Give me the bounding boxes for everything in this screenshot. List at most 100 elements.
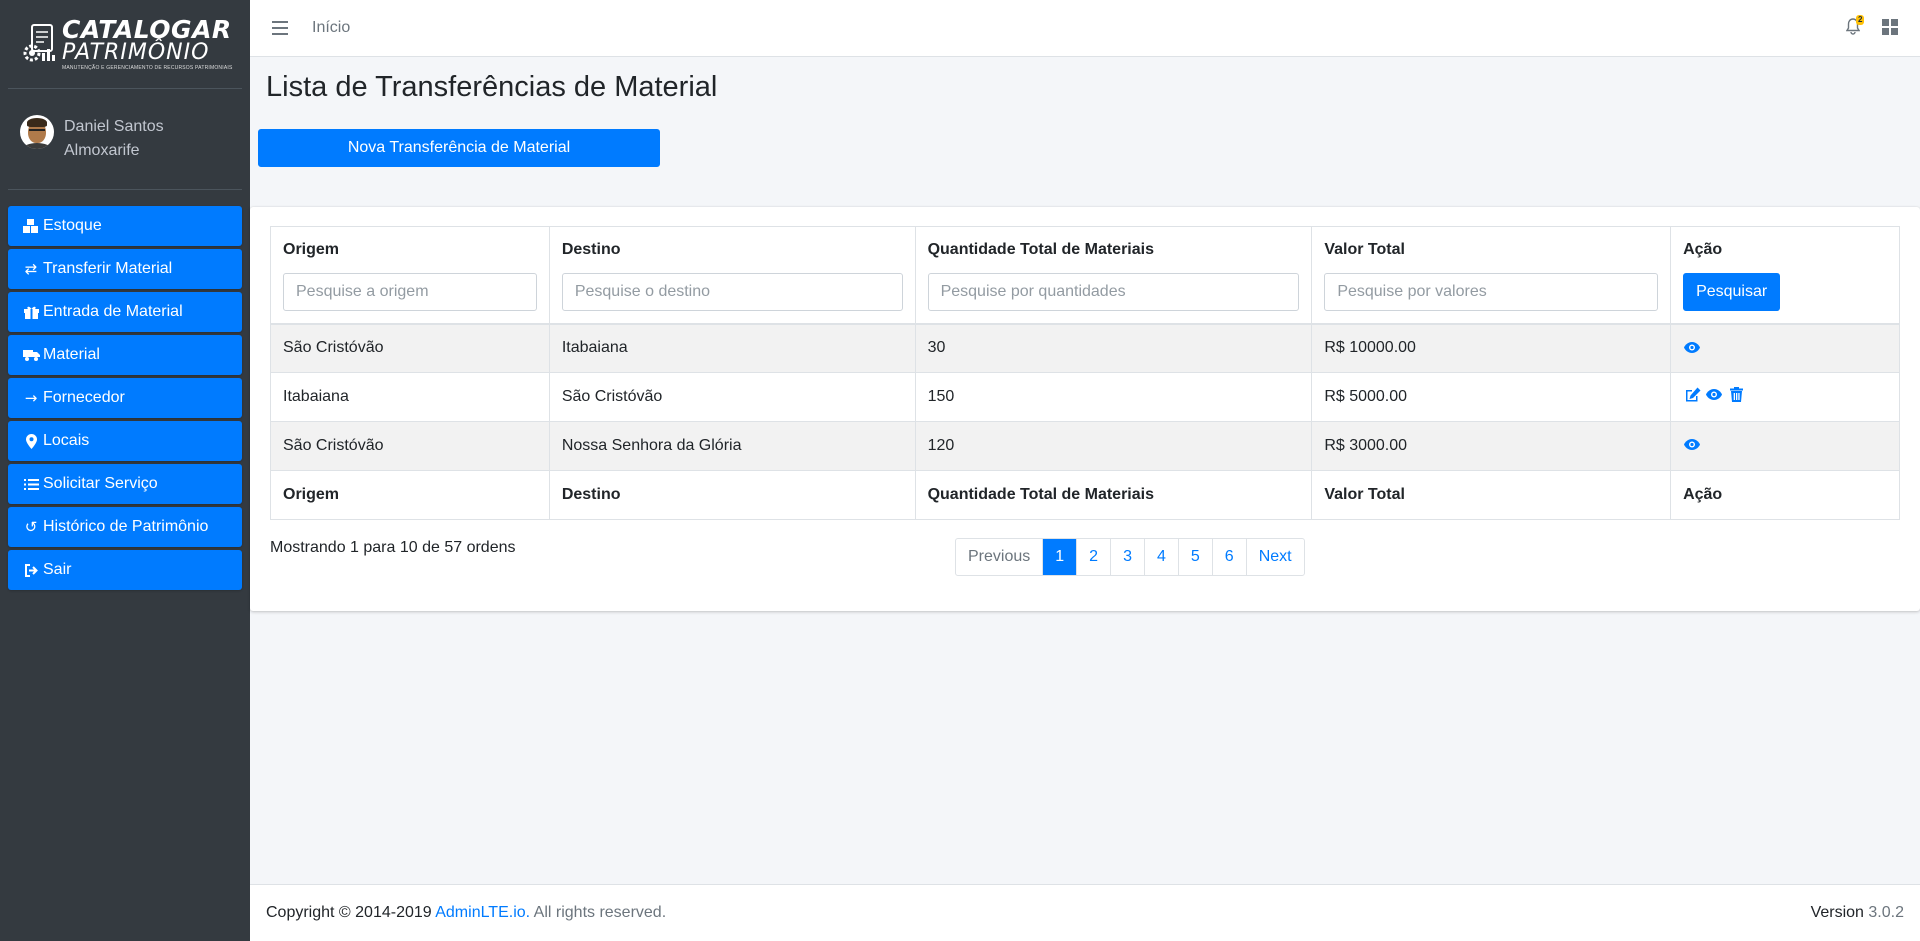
brand-logo-group: CATALOGAR PATRIMÔNIO MANUTENÇÃO E GERENC… — [22, 17, 233, 71]
pagination-next[interactable]: Next — [1245, 539, 1304, 575]
truck-icon — [22, 347, 40, 363]
table-row: Itabaiana São Cristóvão 150 R$ 5000.00 — [270, 372, 1900, 422]
pagination-page-3[interactable]: 3 — [1110, 539, 1144, 575]
view-eye-icon[interactable] — [1683, 437, 1701, 453]
sidebar-item-historico-patrimonio[interactable]: ↺ Histórico de Patrimônio — [8, 507, 242, 547]
sidebar-item-label: Solicitar Serviço — [43, 475, 158, 492]
search-valor-input[interactable] — [1324, 273, 1659, 311]
user-name[interactable]: Daniel Santos — [64, 115, 164, 139]
arrow-right-icon: → — [24, 389, 38, 407]
cell-actions — [1670, 323, 1900, 373]
search-quantidade-input[interactable] — [927, 273, 1300, 311]
new-transfer-button[interactable]: Nova Transferência de Material — [258, 129, 660, 167]
user-role: Almoxarife — [64, 142, 140, 159]
sidebar-item-solicitar-servico[interactable]: Solicitar Serviço — [8, 464, 242, 504]
sidebar-item-entrada-material[interactable]: Entrada de Material — [8, 292, 242, 332]
sidebar-item-estoque[interactable]: Estoque — [8, 206, 242, 246]
main-sidebar: CATALOGAR PATRIMÔNIO MANUTENÇÃO E GERENC… — [0, 0, 250, 941]
footer-header-destino: Destino — [548, 470, 916, 520]
cell-quantidade: 120 — [914, 421, 1313, 471]
footer-header-acao: Ação — [1670, 470, 1900, 520]
sidebar-item-label: Transferir Material — [43, 260, 173, 277]
gift-icon — [22, 304, 40, 320]
history-icon: ↺ — [24, 518, 38, 536]
sidebar-item-label: Sair — [43, 561, 72, 578]
notifications-badge: 2 — [1856, 15, 1865, 25]
cell-actions — [1670, 421, 1900, 471]
cell-destino: Nossa Senhora da Glória — [548, 421, 916, 471]
sidebar-item-locais[interactable]: Locais — [8, 421, 242, 461]
cell-quantidade: 30 — [914, 323, 1313, 373]
sidebar-item-label: Material — [43, 346, 100, 363]
sidebar-item-fornecedor[interactable]: → Fornecedor — [8, 378, 242, 418]
copyright-text: Copyright © 2014-2019 AdminLTE.io. All r… — [266, 904, 667, 921]
nav-home-link[interactable]: Início — [312, 19, 350, 37]
pagination: Previous 1 2 3 4 5 6 Next — [955, 538, 1305, 576]
transfers-card: Origem Destino Quantidade Total de Mater… — [250, 207, 1920, 611]
sidebar-item-label: Locais — [43, 432, 90, 449]
cell-destino: Itabaiana — [548, 323, 916, 373]
boxes-icon — [22, 218, 40, 234]
sidebar-item-transferir-material[interactable]: ⇄ Transferir Material — [8, 249, 242, 289]
sidebar-item-label: Estoque — [43, 217, 102, 234]
grid-icon[interactable] — [1882, 19, 1898, 35]
view-eye-icon[interactable] — [1683, 339, 1701, 355]
pagination-info: Mostrando 1 para 10 de 57 ordens — [270, 539, 516, 556]
page-title: Lista de Transferências de Material — [266, 71, 718, 103]
table-row: São Cristóvão Itabaiana 30 R$ 10000.00 — [270, 323, 1900, 373]
page-footer: Copyright © 2014-2019 AdminLTE.io. All r… — [250, 884, 1920, 941]
cell-origem: São Cristóvão — [270, 323, 550, 373]
cell-actions — [1670, 372, 1900, 422]
cell-origem: Itabaiana — [270, 372, 550, 422]
delete-trash-icon[interactable] — [1727, 387, 1745, 403]
pagination-previous[interactable]: Previous — [956, 539, 1042, 575]
footer-header-valor: Valor Total — [1311, 470, 1672, 520]
sidebar-item-material[interactable]: Material — [8, 335, 242, 375]
header-quantidade: Quantidade Total de Materiais — [914, 226, 1313, 325]
pagination-page-1[interactable]: 1 — [1042, 539, 1077, 575]
brand-tagline: MANUTENÇÃO E GERENCIAMENTO DE RECURSOS P… — [62, 65, 233, 71]
edit-icon[interactable] — [1683, 387, 1701, 403]
transfers-table: Origem Destino Quantidade Total de Mater… — [270, 226, 1900, 520]
header-acao: Ação Pesquisar — [1670, 226, 1900, 325]
brand-subtitle: PATRIMÔNIO — [62, 40, 210, 65]
header-destino: Destino — [548, 226, 916, 325]
search-button[interactable]: Pesquisar — [1683, 273, 1781, 311]
cell-origem: São Cristóvão — [270, 421, 550, 471]
pagination-page-2[interactable]: 2 — [1076, 539, 1110, 575]
brand-title: CATALOGAR — [62, 15, 232, 44]
pagination-page-5[interactable]: 5 — [1177, 539, 1212, 575]
exchange-icon: ⇄ — [24, 260, 38, 278]
cell-valor: R$ 3000.00 — [1311, 421, 1672, 471]
table-row: São Cristóvão Nossa Senhora da Glória 12… — [270, 421, 1900, 471]
avatar[interactable] — [20, 115, 54, 149]
sign-out-icon — [22, 562, 40, 578]
pagination-page-4[interactable]: 4 — [1143, 539, 1178, 575]
catalog-gear-icon — [23, 24, 55, 62]
sidebar-item-label: Histórico de Patrimônio — [43, 518, 209, 535]
notifications-bell-icon[interactable]: 2 — [1845, 15, 1865, 36]
user-panel: Daniel Santos Almoxarife — [8, 98, 242, 190]
header-origem: Origem — [270, 226, 550, 325]
header-valor: Valor Total — [1311, 226, 1672, 325]
cell-destino: São Cristóvão — [548, 372, 916, 422]
footer-header-origem: Origem — [270, 470, 550, 520]
list-icon — [22, 476, 40, 492]
cell-quantidade: 150 — [914, 372, 1313, 422]
search-destino-input[interactable] — [561, 273, 903, 311]
sidebar-item-label: Fornecedor — [43, 389, 125, 406]
sidebar-nav: Estoque ⇄ Transferir Material Entrada de… — [0, 206, 250, 590]
footer-header-quantidade: Quantidade Total de Materiais — [914, 470, 1313, 520]
sidebar-item-sair[interactable]: Sair — [8, 550, 242, 590]
menu-toggle-icon[interactable] — [272, 21, 288, 35]
top-navbar: Início 2 — [250, 0, 1920, 57]
adminlte-link[interactable]: AdminLTE.io. — [435, 904, 530, 921]
version-info: Version 3.0.2 — [1810, 904, 1904, 921]
sidebar-item-label: Entrada de Material — [43, 303, 183, 320]
search-origem-input[interactable] — [283, 273, 537, 311]
cell-valor: R$ 10000.00 — [1311, 323, 1672, 373]
brand-logo[interactable]: CATALOGAR PATRIMÔNIO MANUTENÇÃO E GERENC… — [8, 0, 242, 89]
map-marker-icon — [22, 433, 40, 449]
view-eye-icon[interactable] — [1705, 387, 1723, 403]
pagination-page-6[interactable]: 6 — [1211, 539, 1246, 575]
